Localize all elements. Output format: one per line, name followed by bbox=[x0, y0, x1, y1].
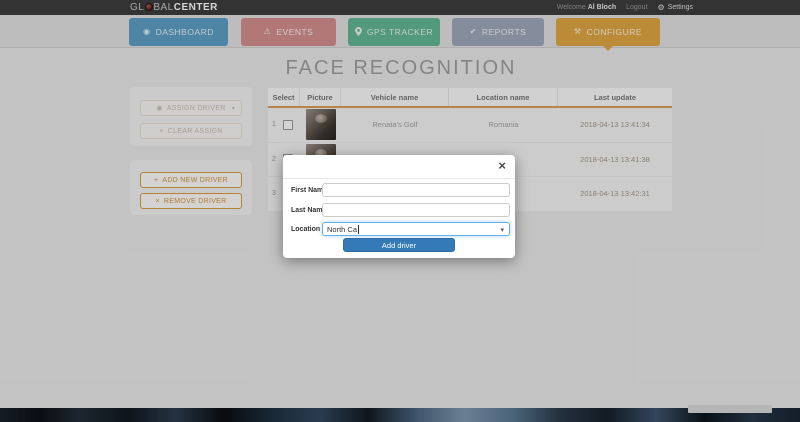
location-id-input[interactable]: North Ca ▾ bbox=[322, 222, 510, 236]
location-id-value: North Ca bbox=[327, 225, 357, 234]
chevron-down-icon[interactable]: ▾ bbox=[500, 226, 504, 234]
modal-header: × bbox=[283, 155, 515, 179]
close-icon[interactable]: × bbox=[498, 159, 506, 172]
add-driver-modal: × First Name: * Last Name: * Location Id… bbox=[283, 155, 515, 258]
text-cursor bbox=[358, 225, 359, 234]
add-driver-submit-button[interactable]: Add driver bbox=[343, 238, 455, 252]
app-window: GLBALCENTER Welcome Al Bloch Logout ⚙ Se… bbox=[0, 0, 800, 422]
first-name-input[interactable] bbox=[322, 183, 510, 197]
last-name-input[interactable] bbox=[322, 203, 510, 217]
